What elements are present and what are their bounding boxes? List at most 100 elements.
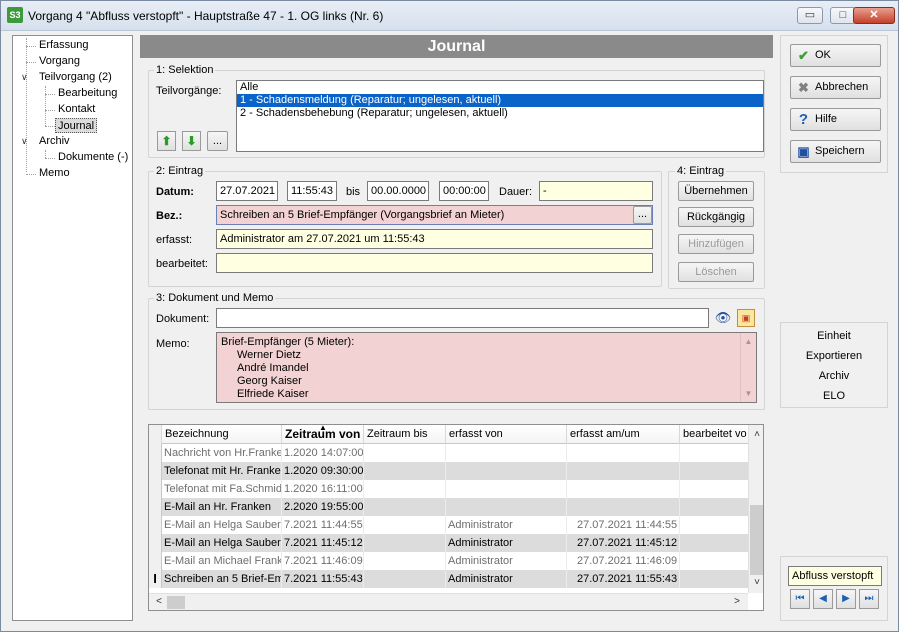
cell-zeitraum-bis xyxy=(364,552,446,570)
column-header-bearbeitet-von[interactable]: bearbeitet vo xyxy=(680,425,748,444)
teilvorgaenge-listbox[interactable]: Alle 1 - Schadensmeldung (Reparatur; ung… xyxy=(236,80,764,152)
memo-scrollbar[interactable]: ▲ ▼ xyxy=(740,333,756,402)
cell-erfasst-von: Administrator xyxy=(446,534,567,552)
scroll-left-icon[interactable]: < xyxy=(151,594,167,610)
selektion-more-button[interactable]: ... xyxy=(207,131,228,151)
table-row[interactable]: Telefonat mit Fa.Schmidt 1.2020 16:11:00 xyxy=(149,480,748,498)
cell-zeitraum-von: 7.2021 11:44:55 xyxy=(282,516,364,534)
speichern-button[interactable]: ▣ Speichern xyxy=(790,140,881,163)
table-row-current[interactable]: I Schreiben an 5 Brief-Emp 7.2021 11:55:… xyxy=(149,570,748,588)
table-horizontal-scrollbar[interactable]: < > xyxy=(149,593,748,610)
last-icon: ⏭ xyxy=(864,593,874,604)
tree-item-vorgang[interactable]: Vorgang xyxy=(37,54,82,69)
table-row[interactable]: Nachricht von Hr.Franke 1.2020 14:07:00 xyxy=(149,444,748,462)
ok-button[interactable]: ✔ OK xyxy=(790,44,881,67)
table-row[interactable]: E-Mail an Hr. Franken 2.2020 19:55:00 xyxy=(149,498,748,516)
tree-item-dokumente[interactable]: Dokumente (-) xyxy=(56,150,130,165)
datum-field[interactable]: 27.07.2021 xyxy=(216,181,278,201)
next-record-button[interactable]: ▶ xyxy=(836,589,856,609)
bez-more-button[interactable]: ... xyxy=(633,206,652,224)
column-header-zeitraum-bis[interactable]: Zeitraum bis xyxy=(364,425,446,444)
move-down-button[interactable]: ⬇ xyxy=(182,131,201,151)
tree-item-journal[interactable]: Journal xyxy=(55,118,98,133)
abbrechen-button[interactable]: ✖ Abbrechen xyxy=(790,76,881,99)
tree-item-erfassung[interactable]: Erfassung xyxy=(37,38,91,53)
last-record-button[interactable]: ⏭ xyxy=(859,589,879,609)
hilfe-button[interactable]: ? Hilfe xyxy=(790,108,881,131)
minimize-button[interactable]: ▭ xyxy=(797,7,823,24)
list-item[interactable]: Alle xyxy=(237,81,763,94)
scroll-thumb[interactable] xyxy=(750,505,763,575)
bis-zeit-field[interactable]: 00:00:00 xyxy=(439,181,489,201)
scroll-up-icon[interactable]: ˄ xyxy=(749,427,763,443)
close-button[interactable]: ✕ xyxy=(853,7,895,24)
first-icon: ⏮ xyxy=(795,593,805,604)
scroll-right-icon[interactable]: > xyxy=(729,594,745,610)
tree-item-bearbeitung[interactable]: Bearbeitung xyxy=(56,86,119,101)
list-item[interactable]: 2 - Schadensbehebung (Reparatur; ungeles… xyxy=(237,107,763,120)
elo-link[interactable]: ELO xyxy=(781,390,887,402)
sort-ascending-icon: ▲ xyxy=(319,424,327,432)
cell-erfasst-am: 27.07.2021 11:55:43 xyxy=(567,570,680,588)
table-vertical-scrollbar[interactable]: ˄ ˅ xyxy=(748,425,763,593)
tree-item-teilvorgang[interactable]: Teilvorgang (2) xyxy=(37,70,114,85)
table-row[interactable]: Telefonat mit Hr. Franke 1.2020 09:30:00 xyxy=(149,462,748,480)
links-panel: Einheit Exportieren Archiv ELO xyxy=(780,322,888,408)
archiv-link[interactable]: Archiv xyxy=(781,370,887,382)
arrow-up-icon: ⬆ xyxy=(161,134,172,148)
cell-bezeichnung: Telefonat mit Fa.Schmidt xyxy=(162,480,282,498)
column-header-erfasst-von[interactable]: erfasst von xyxy=(446,425,567,444)
chevron-down-icon[interactable]: ∨ xyxy=(21,136,28,147)
navigation-tree: ∨ ∨ Erfassung Vorgang Teilvorgang (2) Be… xyxy=(12,35,133,621)
uebernehmen-button[interactable]: Übernehmen xyxy=(678,181,754,201)
loeschen-button[interactable]: Löschen xyxy=(678,262,754,282)
hinzufuegen-button[interactable]: Hinzufügen xyxy=(678,234,754,254)
tree-item-memo[interactable]: Memo xyxy=(37,166,72,181)
next-icon: ▶ xyxy=(842,593,850,604)
dauer-field: - xyxy=(539,181,653,201)
checkmark-icon: ✔ xyxy=(798,48,809,63)
scroll-thumb[interactable] xyxy=(167,596,185,609)
tree-item-archiv[interactable]: Archiv xyxy=(37,134,72,149)
cell-bezeichnung: E-Mail an Michael Franke xyxy=(162,552,282,570)
scroll-up-icon[interactable]: ▲ xyxy=(741,335,756,348)
bez-label: Bez.: xyxy=(156,210,183,222)
speichern-label: Speichern xyxy=(815,145,865,157)
rueckgaengig-button[interactable]: Rückgängig xyxy=(678,207,754,227)
dokument-field[interactable] xyxy=(216,308,709,328)
cell-zeitraum-bis xyxy=(364,498,446,516)
memo-label: Memo: xyxy=(156,338,190,350)
column-header-bezeichnung[interactable]: Bezeichnung xyxy=(162,425,282,444)
memo-line: Brief-Empfänger (5 Mieter): xyxy=(221,336,355,348)
current-row-indicator: I xyxy=(149,570,162,588)
first-record-button[interactable]: ⏮ xyxy=(790,589,810,609)
cell-zeitraum-bis xyxy=(364,534,446,552)
bearbeitet-field xyxy=(216,253,653,273)
document-browse-icon[interactable]: ▣ xyxy=(737,309,755,327)
cell-bezeichnung: Schreiben an 5 Brief-Emp xyxy=(162,570,282,588)
scroll-down-icon[interactable]: ▼ xyxy=(741,387,756,400)
journal-table: Bezeichnung Zeitraum von ▲ Zeitraum bis … xyxy=(148,424,764,611)
zeit-field[interactable]: 11:55:43 xyxy=(287,181,337,201)
window-title: Vorgang 4 "Abfluss verstopft" - Hauptstr… xyxy=(28,9,384,23)
table-row[interactable]: E-Mail an Michael Franke 7.2021 11:46:09… xyxy=(149,552,748,570)
memo-line: Werner Dietz xyxy=(237,349,301,361)
exportieren-link[interactable]: Exportieren xyxy=(781,350,887,362)
eintrag-title: 2: Eintrag xyxy=(154,165,206,177)
scroll-down-icon[interactable]: ˅ xyxy=(749,575,763,591)
binoculars-icon[interactable]: 👁 xyxy=(713,308,733,328)
previous-record-button[interactable]: ◀ xyxy=(813,589,833,609)
tree-item-kontakt[interactable]: Kontakt xyxy=(56,102,97,117)
memo-line: André Imandel xyxy=(237,362,309,374)
einheit-link[interactable]: Einheit xyxy=(781,330,887,342)
bis-datum-field[interactable]: 00.00.0000 xyxy=(367,181,429,201)
move-up-button[interactable]: ⬆ xyxy=(157,131,176,151)
cell-erfasst-von: Administrator xyxy=(446,516,567,534)
table-row[interactable]: E-Mail an Helga Sauberl 7.2021 11:45:12 … xyxy=(149,534,748,552)
table-row[interactable]: E-Mail an Helga Sauberl 7.2021 11:44:55 … xyxy=(149,516,748,534)
bez-field[interactable]: Schreiben an 5 Brief-Empfänger (Vorgangs… xyxy=(216,205,653,225)
list-item[interactable]: 1 - Schadensmeldung (Reparatur; ungelese… xyxy=(237,94,763,107)
memo-field[interactable]: Brief-Empfänger (5 Mieter): Werner Dietz… xyxy=(216,332,757,403)
column-header-erfasst-am[interactable]: erfasst am/um xyxy=(567,425,680,444)
chevron-down-icon[interactable]: ∨ xyxy=(21,72,28,83)
